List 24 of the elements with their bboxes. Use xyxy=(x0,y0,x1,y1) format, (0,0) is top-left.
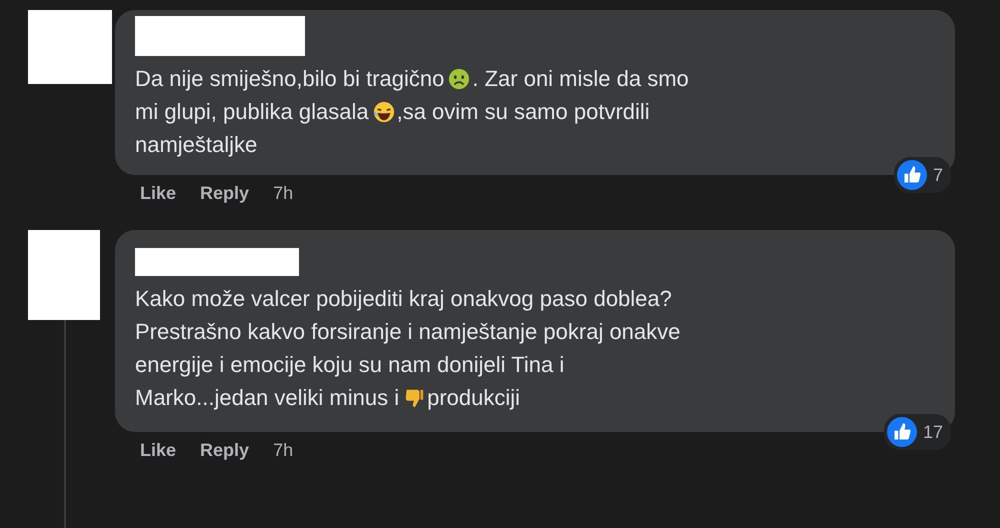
comment-text: namještaljke xyxy=(135,131,258,159)
comment-text: produkciji xyxy=(427,384,520,412)
comment-action-link[interactable]: Like xyxy=(140,440,176,461)
comment-time[interactable]: 7h xyxy=(273,183,294,204)
reaction-badge[interactable]: 17 xyxy=(884,414,951,450)
thumbs-up-icon xyxy=(886,417,917,447)
reaction-count: 7 xyxy=(932,164,943,186)
thumbs-up-icon xyxy=(896,160,927,190)
comment-text: . Zar oni misle da smo xyxy=(472,65,689,93)
comment-text: Marko...jedan veliki minus i xyxy=(135,384,400,412)
comment-text: ,sa ovim su samo potvrdili xyxy=(396,98,650,126)
reaction-badge[interactable]: 7 xyxy=(894,157,951,193)
comment-action-link[interactable]: Like xyxy=(140,183,176,204)
comment-text: Prestrašno kakvo forsiranje i namještanje pokraj onakve xyxy=(135,318,680,346)
comment-text: Kako može valcer pobijediti kraj onakvog paso doblea? xyxy=(135,285,672,313)
comment-action-link[interactable]: Reply xyxy=(200,440,250,461)
comment-action-link[interactable]: Reply xyxy=(200,183,250,204)
laughing-face-icon xyxy=(372,100,395,122)
reaction-count: 17 xyxy=(922,422,943,442)
comment-text: Da nije smiješno,bilo bi tragično xyxy=(135,65,444,93)
sick-face-icon xyxy=(448,68,470,90)
comment-time[interactable]: 7h xyxy=(273,440,294,461)
comment-text: energije i emocije koju su nam donijeli Tina i xyxy=(135,351,564,379)
comment-text: mi glupi, publika glasala xyxy=(135,98,369,126)
